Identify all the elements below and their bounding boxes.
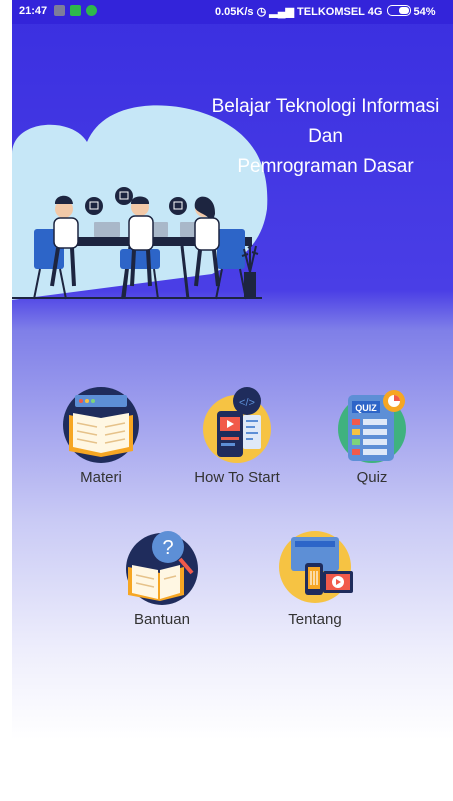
- code-tutorial-icon: </>: [203, 387, 271, 463]
- carrier-name: TELKOMSEL 4G: [297, 6, 383, 18]
- network-speed: 0.05K/s: [215, 6, 254, 18]
- notification-android-icon: [70, 5, 81, 16]
- title-line-3: Pemrograman Dasar: [237, 156, 414, 177]
- battery-level: 54%: [413, 6, 436, 18]
- quiz-badge-text: QUIZ: [355, 403, 377, 413]
- status-time: 21:47: [19, 5, 48, 17]
- battery-icon: [387, 5, 412, 16]
- notification-app-icon: [86, 5, 97, 16]
- header-banner: Belajar Teknologi Informasi Dan Pemrogra…: [12, 24, 453, 304]
- menu-tentang-button[interactable]: Tentang: [270, 527, 360, 628]
- menu-bantuan-label: Bantuan: [134, 611, 190, 628]
- title-line-1: Belajar Teknologi Informasi: [211, 96, 440, 117]
- menu-tentang-label: Tentang: [288, 611, 342, 628]
- help-book-icon: ?: [126, 531, 198, 605]
- menu-quiz-button[interactable]: QUIZ Quiz: [327, 385, 417, 486]
- page-title: Belajar Teknologi Informasi Dan Pemrogra…: [198, 92, 453, 182]
- menu-quiz-label: Quiz: [356, 469, 388, 486]
- title-line-2: Dan: [308, 126, 343, 147]
- status-right: 0.05K/s ◷ ▂▄▆ TELKOMSEL 4G 54%: [215, 5, 436, 18]
- menu-bantuan-button[interactable]: ? Bantuan: [117, 527, 207, 628]
- notification-close-icon: [54, 5, 65, 16]
- alarm-icon: ◷: [256, 6, 267, 18]
- menu-how-to-start-label: How To Start: [194, 469, 280, 486]
- menu-materi-label: Materi: [80, 469, 122, 486]
- book-icon: [63, 387, 139, 463]
- media-device-icon: [279, 531, 353, 603]
- app-screen: 21:47 0.05K/s ◷ ▂▄▆ TELKOMSEL 4G 54% Bel…: [12, 0, 453, 801]
- quiz-icon: QUIZ: [338, 390, 406, 463]
- menu-materi-button[interactable]: Materi: [56, 385, 146, 486]
- svg-text:?: ?: [162, 537, 173, 559]
- svg-text:</>: </>: [239, 397, 255, 409]
- signal-icon: ▂▄▆: [269, 6, 294, 18]
- status-bar: 21:47 0.05K/s ◷ ▂▄▆ TELKOMSEL 4G 54%: [12, 0, 453, 24]
- menu-how-to-start-button[interactable]: </> How To Start: [182, 385, 292, 486]
